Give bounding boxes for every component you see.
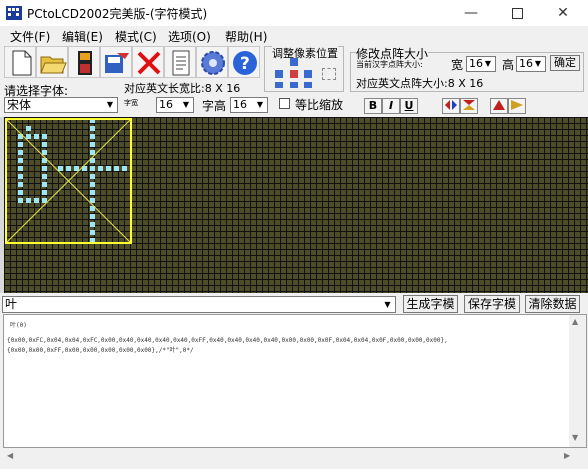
clear-data-button[interactable]: 清除数据 (525, 295, 580, 313)
save-button[interactable] (68, 46, 100, 78)
chevron-down-icon: ▼ (182, 100, 190, 109)
window-title: PCtoLCD2002完美版-(字符模式) (27, 7, 208, 21)
move-left-icon[interactable] (275, 70, 283, 78)
move-right-icon[interactable] (304, 70, 312, 78)
en-ratio-label: 对应英文长宽比:8 X 16 (124, 82, 241, 95)
scroll-down-icon[interactable]: ▼ (572, 433, 578, 442)
settings-button[interactable] (196, 46, 228, 78)
menu-options[interactable]: 选项(O) (168, 28, 211, 45)
char-width-value: 16 (159, 98, 173, 111)
minimize-button[interactable]: — (448, 0, 494, 26)
char-selection-box (5, 118, 132, 244)
italic-button[interactable]: I (382, 98, 400, 114)
open-file-button[interactable] (36, 46, 68, 78)
maximize-icon (511, 7, 523, 19)
chevron-down-icon[interactable]: ▼ (381, 298, 394, 311)
open-folder-icon (40, 56, 67, 74)
scale-checkbox[interactable] (279, 98, 290, 109)
close-icon: ✕ (557, 5, 569, 21)
help-question-icon: ? (233, 51, 257, 75)
menu-help[interactable]: 帮助(H) (225, 28, 267, 45)
font-select[interactable]: 宋体 ▼ (4, 97, 118, 113)
height-value: 16 (519, 57, 533, 70)
svg-text:?: ? (240, 54, 250, 74)
horizontal-scrollbar[interactable]: ◀ ▶ (4, 448, 587, 465)
minimize-icon: — (464, 5, 478, 21)
adjust-group-title: 调整像素位置 (272, 45, 338, 61)
new-file-button[interactable] (4, 46, 36, 78)
delete-x-icon (137, 51, 161, 75)
move-down-icon[interactable] (290, 82, 298, 88)
rotate-right-button[interactable] (508, 98, 526, 114)
export-button[interactable] (100, 46, 132, 78)
underline-button[interactable]: U (400, 98, 418, 114)
font-value: 宋体 (7, 98, 32, 112)
output-textarea[interactable]: 叶(0) {0x00,0xFC,0x04,0x04,0xFC,0x00,0x40… (3, 314, 587, 448)
menu-edit[interactable]: 编辑(E) (62, 28, 103, 45)
mirror-horizontal-icon (445, 100, 457, 110)
char-width-label: 字宽 (124, 99, 138, 107)
rotate-right-icon (511, 100, 523, 110)
rotate-left-icon (493, 100, 505, 110)
scroll-up-icon[interactable]: ▲ (572, 317, 578, 326)
width-label: 宽 (451, 58, 464, 72)
chevron-down-icon: ▼ (534, 59, 542, 68)
export-disk-icon (105, 53, 129, 73)
scroll-left-icon[interactable]: ◀ (7, 451, 13, 460)
generate-button[interactable]: 生成字模 (403, 295, 458, 313)
vertical-scrollbar[interactable]: ▲ ▼ (569, 315, 586, 447)
app-icon (6, 6, 22, 20)
char-height-select[interactable]: 16 ▼ (230, 97, 268, 113)
delete-button[interactable] (132, 46, 164, 78)
mirror-vertical-icon (463, 100, 475, 110)
menu-file[interactable]: 文件(F) (10, 28, 50, 45)
close-button[interactable]: ✕ (540, 0, 586, 26)
output-line-2: {0x00,0xFC,0x04,0x04,0xFC,0x00,0x40,0x40… (7, 337, 448, 344)
char-height-label: 字高 (202, 99, 227, 113)
move-up-icon[interactable] (290, 58, 298, 66)
menu-mode[interactable]: 模式(C) (115, 28, 157, 45)
chevron-down-icon: ▼ (106, 100, 114, 109)
scale-label: 等比缩放 (295, 98, 344, 112)
settings-gear-icon (201, 51, 225, 75)
notepad-icon (172, 50, 190, 76)
char-height-value: 16 (233, 98, 247, 111)
char-width-select[interactable]: 16 ▼ (156, 97, 194, 113)
height-select[interactable]: 16 ▼ (516, 56, 546, 72)
mirror-h-button[interactable] (442, 98, 460, 114)
chevron-down-icon: ▼ (256, 100, 264, 109)
save-font-button[interactable]: 保存字模 (464, 295, 520, 313)
height-label: 高 (502, 58, 515, 72)
flip-icon[interactable] (304, 82, 312, 88)
notepad-button[interactable] (164, 46, 196, 78)
en-matrix-size-label: 对应英文点阵大小:8 X 16 (356, 77, 484, 90)
mirror-v-button[interactable] (460, 98, 478, 114)
center-icon[interactable] (290, 70, 298, 78)
bold-button[interactable]: B (364, 98, 382, 114)
char-input[interactable]: 叶 (2, 296, 396, 313)
maximize-button[interactable] (494, 0, 540, 26)
chevron-down-icon: ▼ (484, 59, 492, 68)
output-line-1: 叶(0) (10, 322, 27, 329)
width-value: 16 (469, 57, 483, 70)
new-file-icon (12, 50, 32, 76)
width-select[interactable]: 16 ▼ (466, 56, 496, 72)
output-line-3: {0x00,0x00,0xFF,0x00,0x00,0x00,0x00,0x00… (7, 347, 194, 354)
current-matrix-label: 当前汉字点阵大小: (356, 60, 423, 69)
rotate-left-button[interactable] (490, 98, 508, 114)
rotate-icon[interactable] (275, 82, 283, 88)
scroll-right-icon[interactable]: ▶ (564, 451, 570, 460)
save-disk-icon (78, 51, 92, 75)
confirm-size-button[interactable]: 确定 (550, 55, 580, 71)
select-area-icon[interactable] (322, 68, 336, 80)
help-button[interactable]: ? (228, 46, 260, 78)
